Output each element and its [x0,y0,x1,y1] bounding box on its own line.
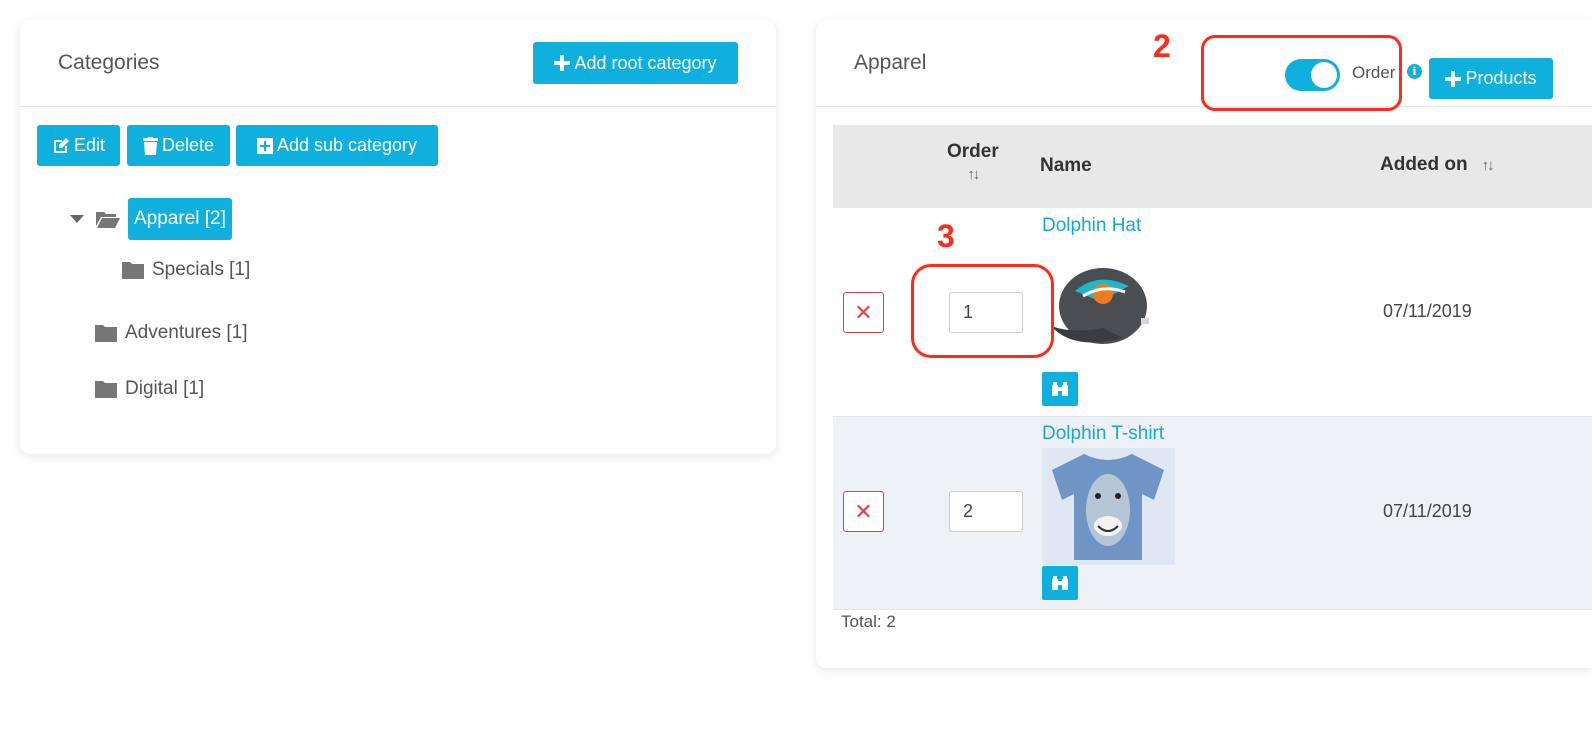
order-input[interactable] [949,491,1023,532]
categories-title: Categories [58,51,160,74]
plus-square-icon [256,137,273,154]
column-header-added-on[interactable]: Added on ↑↓ [1380,154,1495,176]
sort-icon[interactable]: ↑↓ [1482,157,1495,174]
folder-icon [95,324,117,342]
categories-header: Categories Add root category [20,20,776,107]
tree-node-adventures[interactable]: Adventures [1] [95,322,248,344]
add-sub-category-label: Add sub category [276,135,418,155]
add-sub-category-button[interactable]: Add sub category [236,125,438,166]
add-root-category-button[interactable]: Add root category [533,42,738,84]
tree-node-apparel[interactable]: Apparel [2] [70,198,232,240]
tree-node-digital[interactable]: Digital [1] [95,378,204,400]
delete-button[interactable]: Delete [127,125,230,166]
info-icon[interactable]: i [1407,64,1422,79]
category-title: Apparel [854,51,927,74]
edit-button[interactable]: Edit [37,125,120,166]
product-image-tshirt [1042,448,1175,565]
caret-down-icon[interactable] [70,215,84,223]
tree-node-label-apparel[interactable]: Apparel [2] [128,198,232,240]
categories-card: Categories Add root category Edit Delete… [20,20,776,454]
binoculars-icon [1052,382,1068,396]
product-name-link[interactable]: Dolphin Hat [1042,215,1141,237]
added-on-date: 07/11/2019 [1383,301,1472,321]
annotation-box-toggle [1201,35,1402,111]
binoculars-icon [1052,576,1068,590]
annotation-marker-2: 2 [1153,28,1171,64]
edit-icon [53,137,69,153]
table-row: ✕ Dolphin T-shirt 07/11/2019 [833,417,1592,610]
add-root-category-label: Add root category [574,52,717,73]
add-products-button[interactable]: Products [1429,58,1553,99]
view-product-button[interactable] [1042,372,1078,406]
table-header: Order ↑↓ Name Added on ↑↓ [833,125,1592,208]
tree-node-label-specials[interactable]: Specials [1] [152,259,250,281]
remove-product-button[interactable]: ✕ [843,292,884,333]
column-label-order: Order [947,141,999,162]
remove-product-button[interactable]: ✕ [843,491,884,532]
sort-icon[interactable]: ↑↓ [947,166,999,183]
column-header-order[interactable]: Order ↑↓ [947,141,999,183]
table-total: Total: 2 [841,612,896,631]
tree-node-label-adventures[interactable]: Adventures [1] [125,322,248,344]
tree-node-label-digital[interactable]: Digital [1] [125,378,204,400]
delete-label: Delete [161,135,215,155]
tree-node-specials[interactable]: Specials [1] [122,259,250,281]
annotation-marker-3: 3 [937,218,955,254]
folder-open-icon [96,212,120,228]
products-label: Products [1465,68,1537,88]
product-image-cap [1051,268,1149,344]
plus-icon [554,55,571,71]
product-name-link[interactable]: Dolphin T-shirt [1042,423,1164,445]
folder-icon [122,261,144,279]
added-on-date: 07/11/2019 [1383,501,1472,521]
plus-icon [1445,70,1462,87]
edit-label: Edit [73,135,106,155]
folder-icon [95,380,117,398]
trash-icon [142,136,158,155]
view-product-button[interactable] [1042,566,1078,600]
column-header-name[interactable]: Name [1040,155,1092,177]
annotation-box-order-input [911,264,1054,358]
column-label-added-on: Added on [1380,154,1468,175]
